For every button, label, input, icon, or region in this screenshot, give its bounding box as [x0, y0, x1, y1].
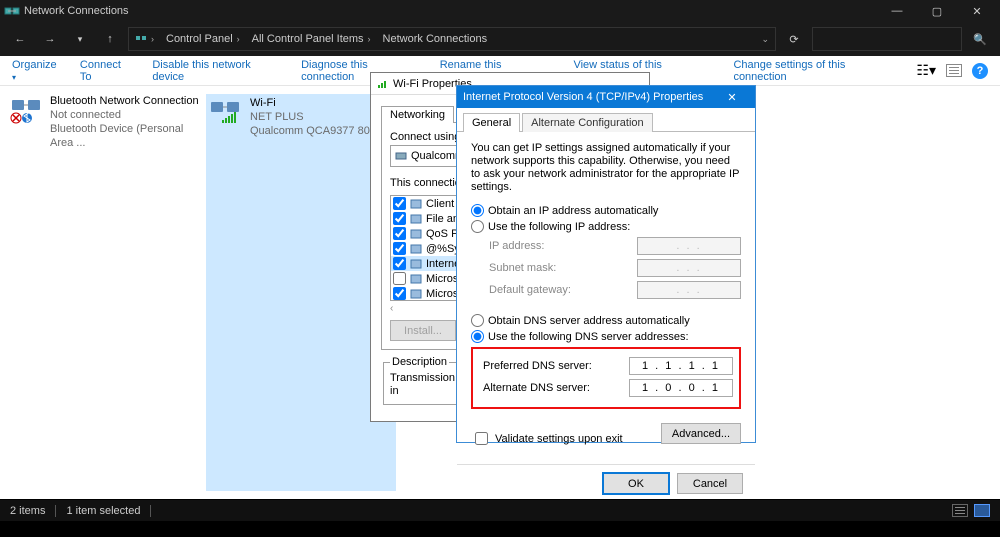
preferred-dns-input[interactable]: 1 . 1 . 1 . 1: [629, 357, 733, 375]
network-icon: [135, 33, 147, 45]
component-checkbox[interactable]: [393, 287, 406, 300]
subnet-label: Subnet mask:: [489, 262, 637, 274]
validate-checkbox[interactable]: Validate settings upon exit: [471, 429, 623, 448]
gateway-label: Default gateway:: [489, 284, 637, 296]
status-selected: 1 item selected: [66, 505, 140, 517]
gateway-input: . . .: [637, 281, 741, 299]
signal-bars-icon: [222, 112, 238, 124]
radio-label: Use the following DNS server addresses:: [488, 331, 689, 343]
radio-obtain-dns[interactable]: Obtain DNS server address automatically: [471, 314, 741, 327]
tab-alternate-config[interactable]: Alternate Configuration: [522, 113, 653, 132]
connection-name: Wi-Fi: [250, 96, 385, 110]
ip-address-input: . . .: [637, 237, 741, 255]
view-options-icon[interactable]: ☷▾: [916, 62, 936, 79]
breadcrumb-label: Network Connections: [383, 33, 488, 45]
dns-highlight-box: Preferred DNS server:1 . 1 . 1 . 1 Alter…: [471, 347, 741, 409]
help-icon[interactable]: ?: [972, 63, 988, 79]
connection-bluetooth[interactable]: Bluetooth Network Connection Not connect…: [10, 94, 200, 491]
tab-networking[interactable]: Networking: [381, 106, 454, 123]
radio-use-dns[interactable]: Use the following DNS server addresses:: [471, 330, 741, 343]
status-bar: 2 items 1 item selected: [0, 499, 1000, 521]
breadcrumb-all-items[interactable]: All Control Panel Items›: [246, 28, 377, 50]
component-icon: [410, 198, 422, 210]
component-icon: [410, 213, 422, 225]
search-icon: 🔍: [968, 33, 992, 46]
details-view-icon[interactable]: [952, 504, 968, 517]
breadcrumb-label: Control Panel: [166, 33, 233, 45]
alternate-dns-label: Alternate DNS server:: [483, 382, 629, 394]
description-label: Description: [390, 356, 449, 368]
radio-use-ip[interactable]: Use the following IP address:: [471, 220, 741, 233]
radio-label: Obtain an IP address automatically: [488, 205, 658, 217]
component-checkbox[interactable]: [393, 212, 406, 225]
component-icon: [410, 288, 422, 300]
tab-general[interactable]: General: [463, 113, 520, 132]
ip-address-label: IP address:: [489, 240, 637, 252]
alternate-dns-input[interactable]: 1 . 0 . 0 . 1: [629, 379, 733, 397]
advanced-button[interactable]: Advanced...: [661, 423, 741, 444]
window-minimize[interactable]: —: [878, 1, 916, 21]
connection-device: Qualcomm QCA9377 802...: [250, 124, 385, 138]
connection-status: Not connected: [50, 108, 200, 122]
checkbox-input[interactable]: [475, 432, 488, 445]
status-item-count: 2 items: [10, 505, 45, 517]
connection-name: Bluetooth Network Connection: [50, 94, 200, 108]
ipv4-properties-dialog: Internet Protocol Version 4 (TCP/IPv4) P…: [456, 85, 756, 443]
large-icons-view-icon[interactable]: [974, 504, 990, 517]
dialog-close-button[interactable]: ✕: [715, 91, 749, 104]
nav-forward[interactable]: →: [38, 27, 62, 51]
install-button[interactable]: Install...: [390, 320, 456, 341]
cmd-connect-to[interactable]: Connect To: [80, 59, 134, 83]
cancel-button[interactable]: Cancel: [677, 473, 743, 494]
preferred-dns-label: Preferred DNS server:: [483, 360, 629, 372]
radio-input[interactable]: [471, 220, 484, 233]
radio-input[interactable]: [471, 330, 484, 343]
window-titlebar: Network Connections — ▢ ✕: [0, 0, 1000, 22]
connection-status: NET PLUS: [250, 110, 385, 124]
component-icon: [410, 273, 422, 285]
radio-obtain-ip[interactable]: Obtain an IP address automatically: [471, 204, 741, 217]
breadcrumb-bar[interactable]: › Control Panel› All Control Panel Items…: [128, 27, 776, 51]
nav-up[interactable]: ↑: [98, 27, 122, 51]
subnet-input: . . .: [637, 259, 741, 277]
component-checkbox[interactable]: [393, 257, 406, 270]
component-icon: [410, 258, 422, 270]
network-folder-icon: [4, 3, 20, 19]
component-checkbox[interactable]: [393, 242, 406, 255]
cmd-organize[interactable]: Organize: [12, 59, 62, 83]
radio-label: Use the following IP address:: [488, 221, 630, 233]
cmd-disable[interactable]: Disable this network device: [152, 59, 283, 83]
refresh-button[interactable]: ⟳: [782, 33, 806, 46]
breadcrumb-network-connections[interactable]: Network Connections: [377, 28, 494, 50]
search-box[interactable]: [812, 27, 962, 51]
ok-button[interactable]: OK: [603, 473, 669, 494]
dialog-title: Internet Protocol Version 4 (TCP/IPv4) P…: [463, 91, 703, 103]
adapter-icon: [395, 150, 407, 162]
checkbox-label: Validate settings upon exit: [495, 433, 623, 445]
radio-input[interactable]: [471, 204, 484, 217]
breadcrumb-control-panel[interactable]: Control Panel›: [160, 28, 246, 50]
component-checkbox[interactable]: [393, 227, 406, 240]
nav-back[interactable]: ←: [8, 27, 32, 51]
preview-pane-icon[interactable]: [946, 64, 962, 77]
address-dropdown[interactable]: ⌄: [755, 34, 775, 45]
info-text: You can get IP settings assigned automat…: [471, 142, 741, 194]
wifi-dialog-icon: [377, 78, 389, 90]
window-close[interactable]: ✕: [958, 1, 996, 21]
component-icon: [410, 243, 422, 255]
connection-wifi[interactable]: Wi-Fi NET PLUS Qualcomm QCA9377 802...: [206, 94, 396, 491]
cmd-change-settings[interactable]: Change settings of this connection: [733, 59, 898, 83]
component-checkbox[interactable]: [393, 272, 406, 285]
window-maximize[interactable]: ▢: [918, 1, 956, 21]
component-icon: [410, 228, 422, 240]
window-title: Network Connections: [24, 5, 129, 17]
address-bar: ← → ▾ ↑ › Control Panel› All Control Pan…: [0, 22, 1000, 56]
connection-device: Bluetooth Device (Personal Area ...: [50, 122, 200, 150]
radio-label: Obtain DNS server address automatically: [488, 315, 690, 327]
bluetooth-icon: [21, 112, 33, 124]
component-checkbox[interactable]: [393, 197, 406, 210]
nav-history-dropdown[interactable]: ▾: [68, 27, 92, 51]
breadcrumb-label: All Control Panel Items: [252, 33, 364, 45]
radio-input[interactable]: [471, 314, 484, 327]
